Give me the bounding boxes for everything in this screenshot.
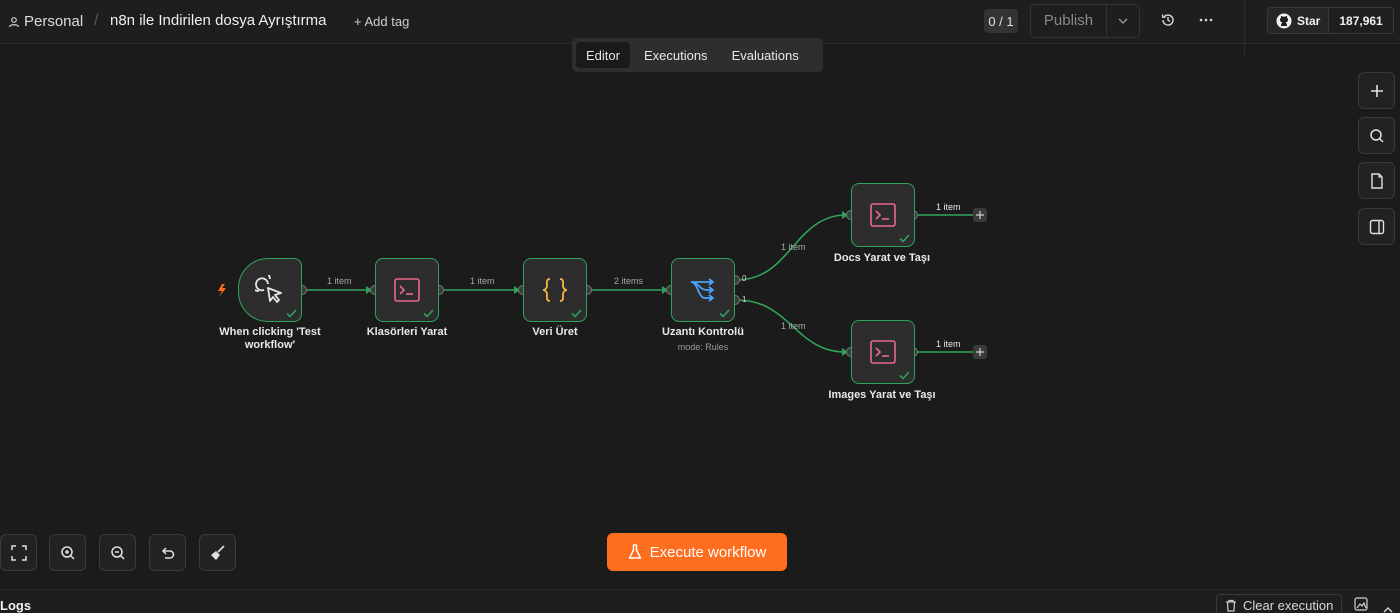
node-docs-yarat[interactable] <box>851 183 915 247</box>
view-tabs: Editor Executions Evaluations <box>572 38 823 72</box>
node-label: Klasörleri Yarat <box>366 326 448 338</box>
search-nodes-button[interactable] <box>1358 117 1395 154</box>
node-label: Uzantı Kontrolü <box>662 326 744 338</box>
fit-view-button[interactable] <box>0 534 37 571</box>
trash-icon <box>1226 599 1236 612</box>
zoom-out-icon <box>110 545 125 560</box>
output-port-label: 1 <box>742 295 747 304</box>
publish-button[interactable]: Publish <box>1030 4 1140 38</box>
success-check-icon <box>571 309 582 318</box>
node-klasorleri-yarat[interactable] <box>375 258 439 322</box>
node-label: Docs Yarat ve Taşı <box>833 252 931 264</box>
workflow-title[interactable]: n8n ile Indirilen dosya Ayrıştırma <box>110 12 327 29</box>
success-check-icon <box>899 234 910 243</box>
edge-label: 1 item <box>936 202 961 212</box>
breadcrumb-separator: / <box>94 12 99 29</box>
toggle-panel-button[interactable] <box>1358 208 1395 245</box>
edge-label: 1 item <box>781 321 806 331</box>
terminal-icon <box>870 340 896 364</box>
zoom-in-button[interactable] <box>49 534 86 571</box>
clear-execution-button[interactable]: Clear execution <box>1216 594 1343 613</box>
logs-bar: Logs Clear execution <box>0 589 1400 613</box>
execute-workflow-label: Execute workflow <box>649 543 767 561</box>
node-manual-trigger[interactable] <box>238 258 302 322</box>
trigger-bolt-icon <box>218 284 226 297</box>
history-icon[interactable] <box>1160 12 1176 33</box>
edge-label: 1 item <box>936 339 961 349</box>
terminal-icon <box>870 203 896 227</box>
edge-label: 1 item <box>781 242 806 252</box>
edge-label: 1 item <box>327 276 352 286</box>
node-label: Images Yarat ve Taşı <box>828 389 936 401</box>
sidebar-panel-icon <box>1369 219 1384 234</box>
tidy-up-button[interactable] <box>199 534 236 571</box>
logs-title[interactable]: Logs <box>0 598 31 613</box>
undo-button[interactable] <box>149 534 186 571</box>
output-port-label: 0 <box>742 274 747 283</box>
github-star-button[interactable]: Star 187,961 <box>1267 7 1394 34</box>
node-subtitle: mode: Rules <box>677 342 729 352</box>
github-star-count: 187,961 <box>1329 8 1393 33</box>
add-after-docs <box>973 208 987 222</box>
search-icon <box>1369 128 1384 143</box>
node-label: When clicking 'Test workflow' <box>219 326 321 351</box>
execute-workflow-button[interactable]: Execute workflow <box>607 533 787 571</box>
plus-icon <box>1370 84 1383 97</box>
github-star-label: Star <box>1297 13 1321 28</box>
publish-label: Publish <box>1031 5 1107 37</box>
version-counter: 0 / 1 <box>984 9 1018 33</box>
code-braces-icon <box>542 278 568 302</box>
header-divider <box>1244 0 1245 56</box>
zoom-out-button[interactable] <box>99 534 136 571</box>
node-uzanti-kontrolu[interactable] <box>671 258 735 322</box>
chevron-up-icon[interactable] <box>1383 600 1393 613</box>
flask-icon <box>628 544 641 559</box>
pointer-click-icon <box>255 275 282 303</box>
success-check-icon <box>899 371 910 380</box>
success-check-icon <box>719 309 730 318</box>
node-veri-uret[interactable] <box>523 258 587 322</box>
node-images-yarat[interactable] <box>851 320 915 384</box>
user-icon <box>8 16 20 27</box>
add-node-button[interactable] <box>1358 72 1395 109</box>
success-check-icon <box>286 309 297 318</box>
add-tag-button[interactable]: + Add tag <box>354 14 409 29</box>
more-options-icon[interactable] <box>1198 12 1214 33</box>
switch-icon <box>690 278 715 302</box>
tab-evaluations[interactable]: Evaluations <box>722 42 809 68</box>
breadcrumb-personal[interactable]: Personal <box>8 13 83 30</box>
edge-label: 2 items <box>614 276 644 286</box>
tab-executions[interactable]: Executions <box>634 42 718 68</box>
github-icon <box>1276 13 1292 28</box>
breadcrumb-personal-label: Personal <box>24 13 84 30</box>
add-after-images <box>973 345 987 359</box>
note-icon <box>1370 172 1383 189</box>
undo-icon <box>161 546 174 559</box>
image-icon[interactable] <box>1354 597 1368 613</box>
terminal-icon <box>394 278 420 302</box>
tab-editor[interactable]: Editor <box>576 42 630 68</box>
clear-execution-label: Clear execution <box>1243 597 1334 613</box>
sticky-note-button[interactable] <box>1358 162 1395 199</box>
edge-label: 1 item <box>470 276 495 286</box>
broom-icon <box>210 544 225 560</box>
success-check-icon <box>423 309 434 318</box>
node-label: Veri Üret <box>532 326 578 338</box>
zoom-in-icon <box>60 545 75 560</box>
fullscreen-icon <box>10 544 27 561</box>
chevron-down-icon[interactable] <box>1107 18 1139 24</box>
